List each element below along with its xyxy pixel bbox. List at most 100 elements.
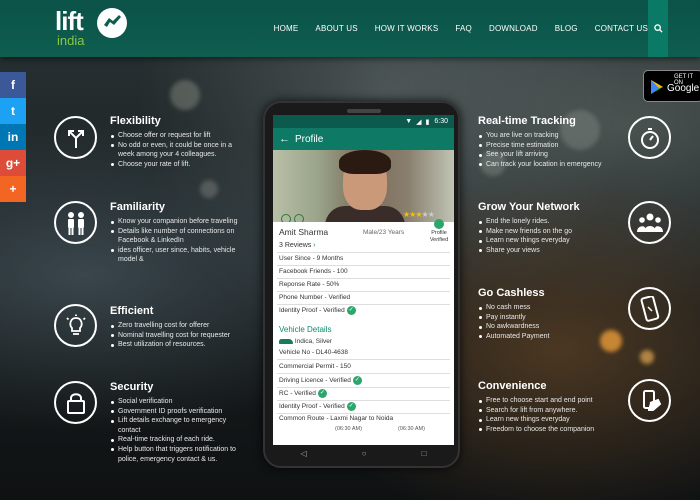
share-plus-icon[interactable]: + xyxy=(0,176,26,202)
nav-download[interactable]: DOWNLOAD xyxy=(489,24,538,33)
feature-bullets: End the lonely rides. Make new friends o… xyxy=(478,217,623,255)
check-icon: ✓ xyxy=(346,402,356,411)
response-rate: Reponse Rate - 50% xyxy=(279,281,340,288)
recents-icon[interactable]: □ xyxy=(422,449,427,458)
driving-licence-row: Driving Licence - Verified ✓ xyxy=(279,376,362,385)
list-item: Zero travelling cost for offerer xyxy=(110,321,250,331)
back-icon[interactable]: ◁ xyxy=(301,449,307,458)
list-item: Choose your rate of lift. xyxy=(110,160,245,170)
divider xyxy=(277,359,450,360)
check-icon: ✓ xyxy=(317,389,327,398)
linkedin-icon[interactable]: in xyxy=(0,124,26,150)
check-icon: ✓ xyxy=(346,306,356,315)
list-item: Choose offer or request for lift xyxy=(110,131,245,141)
nav-home[interactable]: HOME xyxy=(274,24,299,33)
battery-icon: ▮ xyxy=(425,118,430,126)
back-arrow-icon[interactable]: ← xyxy=(279,133,290,145)
route-time-to: (06:30 AM) xyxy=(398,426,425,432)
divider xyxy=(277,291,450,292)
logo-subtext: india xyxy=(57,33,85,48)
lift-india-logo[interactable]: lift india xyxy=(55,6,135,50)
gender-age: Male/23 Years xyxy=(363,229,405,236)
list-item: Learn new things everyday xyxy=(478,415,623,425)
feature-bullets: Zero travelling cost for offerer Nominal… xyxy=(110,321,250,350)
list-item: Know your companion before traveling xyxy=(110,217,250,227)
list-item: Make new friends on the go xyxy=(478,227,623,237)
list-item: No odd or even, it could be once in a we… xyxy=(110,141,245,160)
home-icon[interactable]: ○ xyxy=(362,449,367,458)
reviews-link[interactable]: 3 Reviews › xyxy=(279,242,316,249)
google-play-badge[interactable]: GET IT ON Google xyxy=(643,70,700,102)
phone-speaker xyxy=(347,109,381,113)
lightbulb-icon xyxy=(54,304,97,347)
rc-status: RC - Verified xyxy=(279,390,316,398)
list-item: Freedom to choose the companion xyxy=(478,425,623,435)
list-item: Government ID proofs verification xyxy=(110,407,250,417)
facebook-link-icon[interactable] xyxy=(281,214,291,222)
appbar-title: Profile xyxy=(295,133,324,145)
phone-number-status: Phone Number - Verified xyxy=(279,294,351,301)
signal-icon: ◢ xyxy=(416,118,422,126)
vehicle-model-row: Indica, Silver xyxy=(279,338,332,345)
common-route: Common Route - Laxmi Nagar to Noida xyxy=(279,415,394,422)
vehicle-model: Indica, Silver xyxy=(294,338,333,345)
stopwatch-icon xyxy=(628,116,671,159)
list-item: You are live on tracking xyxy=(478,131,623,141)
list-item: Lift details exchange to emergency conta… xyxy=(110,416,250,435)
feature-title: Security xyxy=(110,381,154,393)
status-time: 6:30 xyxy=(434,118,448,125)
route-time-from: (06:30 AM) xyxy=(335,426,362,432)
verified-label: Profile Verified xyxy=(429,230,449,243)
social-link-icons xyxy=(281,214,304,222)
feature-bullets: Choose offer or request for lift No odd … xyxy=(110,131,245,169)
nav-how-it-works[interactable]: HOW IT WORKS xyxy=(375,24,439,33)
search-button[interactable] xyxy=(648,0,668,57)
feature-bullets: Free to choose start and end point Searc… xyxy=(478,396,623,434)
check-icon: ✓ xyxy=(352,376,362,385)
list-item: Real-time tracking of each ride. xyxy=(110,435,250,445)
badge-line2: Google xyxy=(667,83,700,94)
list-item: Best utilization of resources. xyxy=(110,340,250,350)
facebook-icon[interactable]: f xyxy=(0,72,26,98)
android-nav-bar: ◁ ○ □ xyxy=(273,445,454,461)
car-icon xyxy=(279,338,293,344)
divider xyxy=(277,278,450,279)
list-item: Social verification xyxy=(110,397,250,407)
list-item: Share your views xyxy=(478,246,623,256)
google-plus-icon[interactable]: g+ xyxy=(0,150,26,176)
profile-appbar: ← Profile xyxy=(273,128,454,150)
list-item: Precise time estimation xyxy=(478,141,623,151)
people-icon xyxy=(54,201,97,244)
twitter-icon[interactable]: t xyxy=(0,98,26,124)
social-share-bar: f t in g+ + xyxy=(0,72,26,202)
list-item: Help button that triggers notification t… xyxy=(110,445,250,464)
list-item: Pay instantly xyxy=(478,313,623,323)
feature-title: Familiarity xyxy=(110,201,166,213)
divider xyxy=(277,413,450,414)
profile-name: Amit Sharma xyxy=(279,227,329,237)
site-header: lift india HOME ABOUT US HOW IT WORKS FA… xyxy=(0,0,700,57)
phone-mockup: ▼ ◢ ▮ 6:30 ← Profile ★★★★★ Amit Sharma M… xyxy=(263,101,460,468)
nav-faq[interactable]: FAQ xyxy=(455,24,472,33)
directions-icon xyxy=(54,116,97,159)
linkedin-link-icon[interactable] xyxy=(294,214,304,222)
reviews-label: 3 Reviews xyxy=(279,242,312,249)
rating-stars: ★★★★★ xyxy=(403,210,435,219)
nav-about-us[interactable]: ABOUT US xyxy=(315,24,357,33)
feature-title: Flexibility xyxy=(110,115,161,127)
divider xyxy=(277,265,450,266)
identity-proof-status: Identity Proof - Verified xyxy=(279,307,345,315)
phone-hand-icon xyxy=(628,379,671,422)
nav-contact-us[interactable]: CONTACT US xyxy=(595,24,648,33)
nav-blog[interactable]: BLOG xyxy=(555,24,578,33)
phone-payment-icon xyxy=(628,287,671,330)
verified-check-icon xyxy=(434,219,444,229)
divider xyxy=(277,373,450,374)
identity-proof2-row: Identity Proof - Verified ✓ xyxy=(279,402,356,411)
feature-title: Go Cashless xyxy=(478,287,545,299)
divider xyxy=(277,252,450,253)
list-item: Details like number of connections on Fa… xyxy=(110,227,250,246)
rc-row: RC - Verified ✓ xyxy=(279,389,327,398)
list-item: ides officer, user since, habits, vehicl… xyxy=(110,246,250,265)
main-nav: HOME ABOUT US HOW IT WORKS FAQ DOWNLOAD … xyxy=(257,0,648,57)
